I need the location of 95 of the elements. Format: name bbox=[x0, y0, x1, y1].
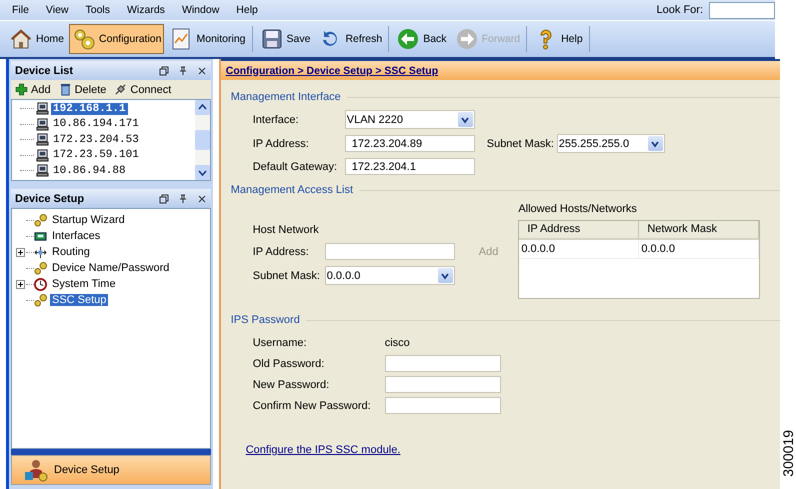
field-label: New Password: bbox=[252, 378, 330, 390]
plus-icon bbox=[15, 83, 28, 96]
column-header[interactable]: IP Address bbox=[519, 221, 640, 238]
toolbar-button[interactable]: Save bbox=[256, 24, 314, 54]
computer-icon bbox=[36, 118, 49, 131]
scroll-up-icon[interactable] bbox=[194, 100, 210, 115]
gears-icon bbox=[34, 294, 47, 306]
chevron-down-icon bbox=[650, 138, 660, 148]
interface-dropdown[interactable]: VLAN 2220 bbox=[344, 110, 475, 129]
network-card-icon bbox=[34, 230, 47, 242]
field-label: IP Address: bbox=[252, 138, 310, 150]
menu-item[interactable]: Tools bbox=[86, 4, 110, 16]
field-label: Old Password: bbox=[252, 358, 326, 370]
group-label: Host Network bbox=[252, 224, 320, 236]
computer-icon bbox=[36, 148, 49, 162]
gears-icon bbox=[34, 214, 47, 226]
house-icon bbox=[9, 27, 33, 51]
section-title: Management Interface bbox=[230, 91, 341, 103]
column-header[interactable]: Network Mask bbox=[639, 221, 760, 238]
section-title: Management Access List bbox=[230, 184, 354, 196]
nav-button[interactable]: Device Setup bbox=[11, 455, 211, 485]
device-item[interactable]: 192.168.1.1 bbox=[51, 102, 128, 115]
close-icon[interactable] bbox=[196, 66, 207, 76]
restore-icon[interactable] bbox=[158, 194, 169, 204]
pin-icon[interactable] bbox=[178, 66, 188, 76]
computer-icon bbox=[36, 164, 49, 178]
field-label: Subnet Mask: bbox=[486, 138, 555, 150]
table-cell: 0.0.0.0 bbox=[639, 240, 760, 258]
field-label: Default Gateway: bbox=[252, 160, 338, 172]
menu-item[interactable]: View bbox=[46, 4, 68, 16]
tree-item[interactable]: SSC Setup bbox=[50, 294, 108, 306]
user-settings-icon bbox=[24, 458, 48, 482]
field-label: Confirm New Password: bbox=[252, 400, 372, 412]
gears-icon bbox=[72, 27, 96, 51]
field-label: Interface: bbox=[252, 114, 300, 126]
pin-icon[interactable] bbox=[178, 194, 188, 204]
menu-item[interactable]: Wizards bbox=[127, 4, 165, 16]
field-label: IP Address: bbox=[252, 246, 310, 258]
plug-icon bbox=[114, 83, 128, 96]
field-label: Subnet Mask: bbox=[252, 270, 321, 282]
configure-link[interactable]: Configure the IPS SSC module. bbox=[246, 444, 400, 456]
gears-icon bbox=[34, 262, 47, 274]
tree-item[interactable]: Interfaces bbox=[50, 230, 102, 242]
password-field[interactable] bbox=[384, 397, 501, 414]
table-cell: 0.0.0.0 bbox=[519, 240, 640, 258]
toolbar-button[interactable]: Help bbox=[531, 24, 586, 54]
look-for-field[interactable] bbox=[709, 2, 775, 18]
tree-item[interactable]: Startup Wizard bbox=[50, 214, 127, 226]
clock-icon bbox=[34, 278, 47, 290]
password-field[interactable] bbox=[384, 355, 501, 372]
table-title: Allowed Hosts/Networks bbox=[518, 203, 638, 215]
scrollbar[interactable] bbox=[194, 100, 210, 180]
list-action-button[interactable]: Delete bbox=[58, 83, 106, 96]
device-item[interactable]: 10.86.94.88 bbox=[51, 164, 128, 177]
chevron-down-icon bbox=[460, 114, 470, 124]
ip-address-field[interactable]: 172.23.204.89 bbox=[344, 135, 475, 152]
panel-title: Device List bbox=[15, 64, 74, 76]
username-value: cisco bbox=[384, 336, 411, 351]
expand-toggle[interactable] bbox=[16, 248, 25, 256]
subnet-mask-dropdown[interactable]: 0.0.0.0 bbox=[324, 266, 455, 285]
figure-number: 300019 bbox=[780, 430, 796, 477]
field-label: Username: bbox=[252, 337, 308, 349]
look-for-label: Look For: bbox=[656, 4, 703, 16]
restore-icon[interactable] bbox=[158, 66, 169, 76]
trash-icon bbox=[58, 83, 72, 96]
close-icon[interactable] bbox=[196, 194, 207, 204]
device-item[interactable]: 10.86.194.171 bbox=[51, 118, 141, 130]
tree-item[interactable]: Device Name/Password bbox=[50, 262, 172, 274]
ip-address-field[interactable] bbox=[324, 243, 455, 260]
menu-item[interactable]: Help bbox=[236, 4, 258, 16]
list-action-button[interactable]: Connect bbox=[114, 83, 172, 96]
tree-item[interactable]: System Time bbox=[50, 278, 118, 290]
toolbar-button[interactable]: Configuration bbox=[69, 24, 164, 54]
section-title: IPS Password bbox=[230, 314, 300, 326]
list-action-button[interactable]: Add bbox=[15, 83, 51, 96]
routing-arrows-icon bbox=[34, 246, 47, 258]
computer-icon bbox=[36, 102, 49, 116]
expand-toggle[interactable] bbox=[16, 280, 25, 288]
toolbar-button[interactable]: Home bbox=[6, 24, 68, 54]
scroll-down-icon[interactable] bbox=[194, 165, 210, 180]
menu-item[interactable]: File bbox=[12, 4, 29, 16]
device-item[interactable]: 172.23.204.53 bbox=[51, 134, 141, 146]
subnet-mask-dropdown[interactable]: 255.255.255.0 bbox=[556, 134, 665, 153]
chevron-down-icon bbox=[440, 270, 450, 280]
splitter-grip[interactable] bbox=[11, 449, 211, 455]
device-item[interactable]: 172.23.59.101 bbox=[51, 149, 141, 162]
toolbar-button[interactable]: Refresh bbox=[315, 24, 386, 54]
panel-title: Device Setup bbox=[15, 192, 84, 204]
tree-item[interactable]: Routing bbox=[50, 246, 92, 258]
computer-icon bbox=[36, 133, 49, 146]
gateway-field[interactable]: 172.23.204.1 bbox=[344, 158, 475, 175]
password-field[interactable] bbox=[384, 376, 501, 393]
toolbar-button[interactable]: Back bbox=[393, 24, 450, 54]
toolbar-button[interactable]: Monitoring bbox=[166, 24, 249, 54]
menu-item[interactable]: Window bbox=[182, 4, 220, 16]
